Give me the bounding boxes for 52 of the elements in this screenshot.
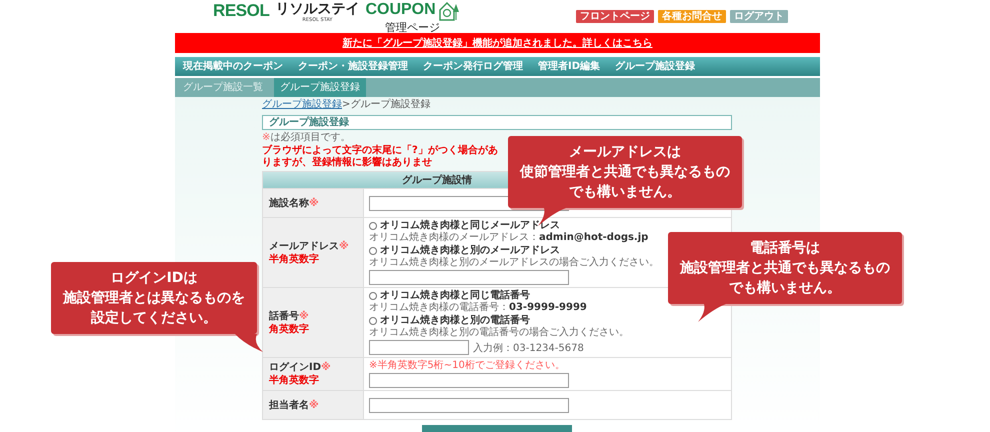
callout: ログインIDは 施設管理者とは異なるものを 設定してください。 [51, 262, 257, 334]
warning-text: ブラウザによって文字の末尾に「?」がつく場合がありますが、登録情報に影響はありませ [262, 145, 499, 169]
breadcrumb-link[interactable]: グループ施設登録 [262, 99, 342, 111]
house-tree-icon [438, 1, 460, 21]
page-subtitle: 管理ページ [385, 21, 440, 34]
field-label: メールアドレス※ [269, 240, 350, 252]
option-note: オリコム焼き肉様の電話番号： [369, 302, 509, 314]
announcement-link[interactable]: 新たに「グループ施設登録」機能が追加されました。詳しくはこちら [342, 36, 652, 50]
subnav-tab[interactable]: グループ施設一覧 [177, 78, 269, 97]
callout: 電話番号は 施設管理者と共通でも異なるもの でも構いません。 [668, 232, 902, 304]
breadcrumb-current: >グループ施設登録 [342, 99, 430, 111]
nav-link[interactable]: 現在掲載中のクーポン [183, 59, 283, 74]
radio-button[interactable] [369, 292, 377, 300]
callout: メールアドレスは 使節管理者と共通でも異なるもの でも構いません。 [508, 136, 742, 208]
required-note: ※は必須項目です。 [262, 132, 350, 143]
radio-button[interactable] [369, 247, 377, 255]
field-sublabel: 半角英数字 [269, 252, 320, 266]
input-field[interactable] [369, 340, 469, 355]
field-label: 話番号※ [269, 310, 310, 322]
field-sublabel: 角英数字 [269, 322, 310, 336]
brand-logo: RESOL [213, 1, 270, 21]
header-button[interactable]: 各種お問合せ [658, 10, 726, 23]
input-field[interactable] [369, 373, 569, 388]
nav-link[interactable]: クーポン・施設登録管理 [298, 59, 408, 74]
nav-link[interactable]: クーポン発行ログ管理 [423, 59, 523, 74]
radio-button[interactable] [369, 222, 377, 230]
option-note: オリコム焼き肉様と別のメールアドレスの場合ご入力ください。 [369, 257, 659, 269]
coupon-logo: COUPON [365, 1, 436, 19]
option-value: admin@hot-dogs.jp [539, 232, 648, 244]
input-notice: ※半角英数字5桁~10桁でご登録ください。 [369, 360, 566, 372]
field-label: 施設名称※ [269, 196, 320, 210]
field-label: 担当者名※ [269, 398, 320, 412]
header-button[interactable]: ログアウト [730, 10, 788, 23]
brand-name: リソルステイ [275, 1, 360, 17]
table-header: グループ施設情 [402, 173, 472, 188]
option-note: オリコム焼き肉様と別の電話番号の場合ご入力ください。 [369, 327, 629, 339]
header-button[interactable]: フロントページ [576, 10, 654, 23]
nav-link[interactable]: 管理者ID編集 [538, 59, 600, 74]
radio-label[interactable]: オリコム焼き肉様と同じ電話番号 [380, 290, 530, 302]
option-value: 03-9999-9999 [509, 302, 587, 314]
radio-label[interactable]: オリコム焼き肉様と別のメールアドレス [380, 245, 560, 257]
radio-label[interactable]: オリコム焼き肉様と別の電話番号 [380, 315, 530, 327]
input-field[interactable] [369, 398, 569, 412]
subnav-tab[interactable]: グループ施設登録 [274, 78, 366, 97]
nav-link[interactable]: グループ施設登録 [615, 59, 696, 74]
field-label: ログインID※ [269, 361, 332, 374]
field-sublabel: 半角英数字 [269, 374, 320, 387]
input-example: 入力例：03-1234-5678 [473, 343, 584, 355]
input-field[interactable] [369, 270, 569, 285]
option-note: オリコム焼き肉様のメールアドレス： [369, 232, 539, 244]
section-title: グループ施設登録 [262, 115, 732, 130]
radio-button[interactable] [369, 317, 377, 325]
